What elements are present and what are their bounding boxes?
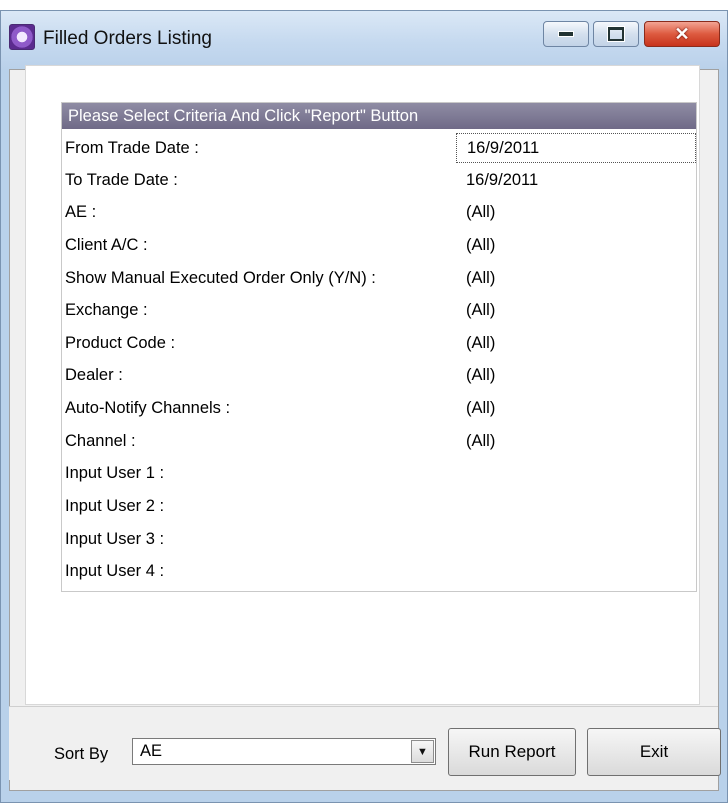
maximize-icon [608, 27, 624, 41]
title-bar[interactable]: Filled Orders Listing ✕ [1, 11, 727, 69]
criteria-label: To Trade Date : [65, 171, 178, 189]
minimize-icon [558, 31, 574, 37]
run-report-button[interactable]: Run Report [448, 728, 576, 776]
criteria-row-client-ac[interactable]: Client A/C : (All) [62, 230, 696, 262]
criteria-value-client-ac[interactable]: (All) [466, 236, 495, 255]
criteria-label: Product Code : [65, 334, 176, 352]
criteria-row-product-code[interactable]: Product Code : (All) [62, 328, 696, 360]
criteria-grid: Please Select Criteria And Click "Report… [61, 102, 697, 592]
close-icon: ✕ [674, 24, 690, 44]
window-title: Filled Orders Listing [43, 28, 212, 49]
criteria-row-to-trade-date[interactable]: To Trade Date : 16/9/2011 [62, 165, 696, 197]
criteria-row-dealer[interactable]: Dealer : (All) [62, 360, 696, 392]
criteria-label: AE : [65, 203, 97, 221]
exit-button[interactable]: Exit [587, 728, 721, 776]
criteria-value-channel[interactable]: (All) [466, 432, 495, 451]
criteria-label: Input User 1 : [65, 464, 165, 482]
criteria-label: Input User 4 : [65, 562, 165, 580]
criteria-row-manual-executed[interactable]: Show Manual Executed Order Only (Y/N) : … [62, 263, 696, 295]
criteria-row-from-trade-date[interactable]: From Trade Date : 16/9/2011 [62, 133, 696, 165]
minimize-button[interactable] [543, 21, 589, 47]
criteria-row-input-user-4[interactable]: Input User 4 : [62, 556, 696, 588]
criteria-label: From Trade Date : [65, 139, 199, 157]
criteria-value-from-trade-date[interactable]: 16/9/2011 [456, 133, 696, 163]
criteria-label: Channel : [65, 432, 136, 450]
criteria-value-exchange[interactable]: (All) [466, 301, 495, 320]
criteria-label: Dealer : [65, 366, 123, 384]
criteria-row-channel[interactable]: Channel : (All) [62, 426, 696, 458]
close-button[interactable]: ✕ [644, 21, 720, 47]
criteria-label: Input User 3 : [65, 530, 165, 548]
criteria-row-exchange[interactable]: Exchange : (All) [62, 295, 696, 327]
criteria-header: Please Select Criteria And Click "Report… [62, 103, 696, 129]
sort-by-select[interactable]: AE ▼ [132, 738, 436, 765]
criteria-row-input-user-1[interactable]: Input User 1 : [62, 458, 696, 490]
criteria-label: Show Manual Executed Order Only (Y/N) : [65, 269, 376, 287]
criteria-value-auto-notify[interactable]: (All) [466, 399, 495, 418]
criteria-label: Client A/C : [65, 236, 148, 254]
sort-by-label: Sort By [54, 745, 109, 763]
criteria-row-auto-notify[interactable]: Auto-Notify Channels : (All) [62, 393, 696, 425]
criteria-label: Exchange : [65, 301, 148, 319]
criteria-label: Input User 2 : [65, 497, 165, 515]
dropdown-arrow-icon[interactable]: ▼ [411, 740, 434, 763]
criteria-row-input-user-2[interactable]: Input User 2 : [62, 491, 696, 523]
criteria-value-product-code[interactable]: (All) [466, 334, 495, 353]
criteria-row-input-user-3[interactable]: Input User 3 : [62, 524, 696, 556]
criteria-value-dealer[interactable]: (All) [466, 366, 495, 385]
criteria-value-manual-executed[interactable]: (All) [466, 269, 495, 288]
criteria-row-ae[interactable]: AE : (All) [62, 197, 696, 229]
criteria-value-to-trade-date[interactable]: 16/9/2011 [466, 171, 538, 190]
maximize-button[interactable] [593, 21, 639, 47]
criteria-value-ae[interactable]: (All) [466, 203, 495, 222]
app-icon [9, 24, 35, 50]
sort-by-value: AE [140, 742, 163, 760]
criteria-label: Auto-Notify Channels : [65, 399, 231, 417]
